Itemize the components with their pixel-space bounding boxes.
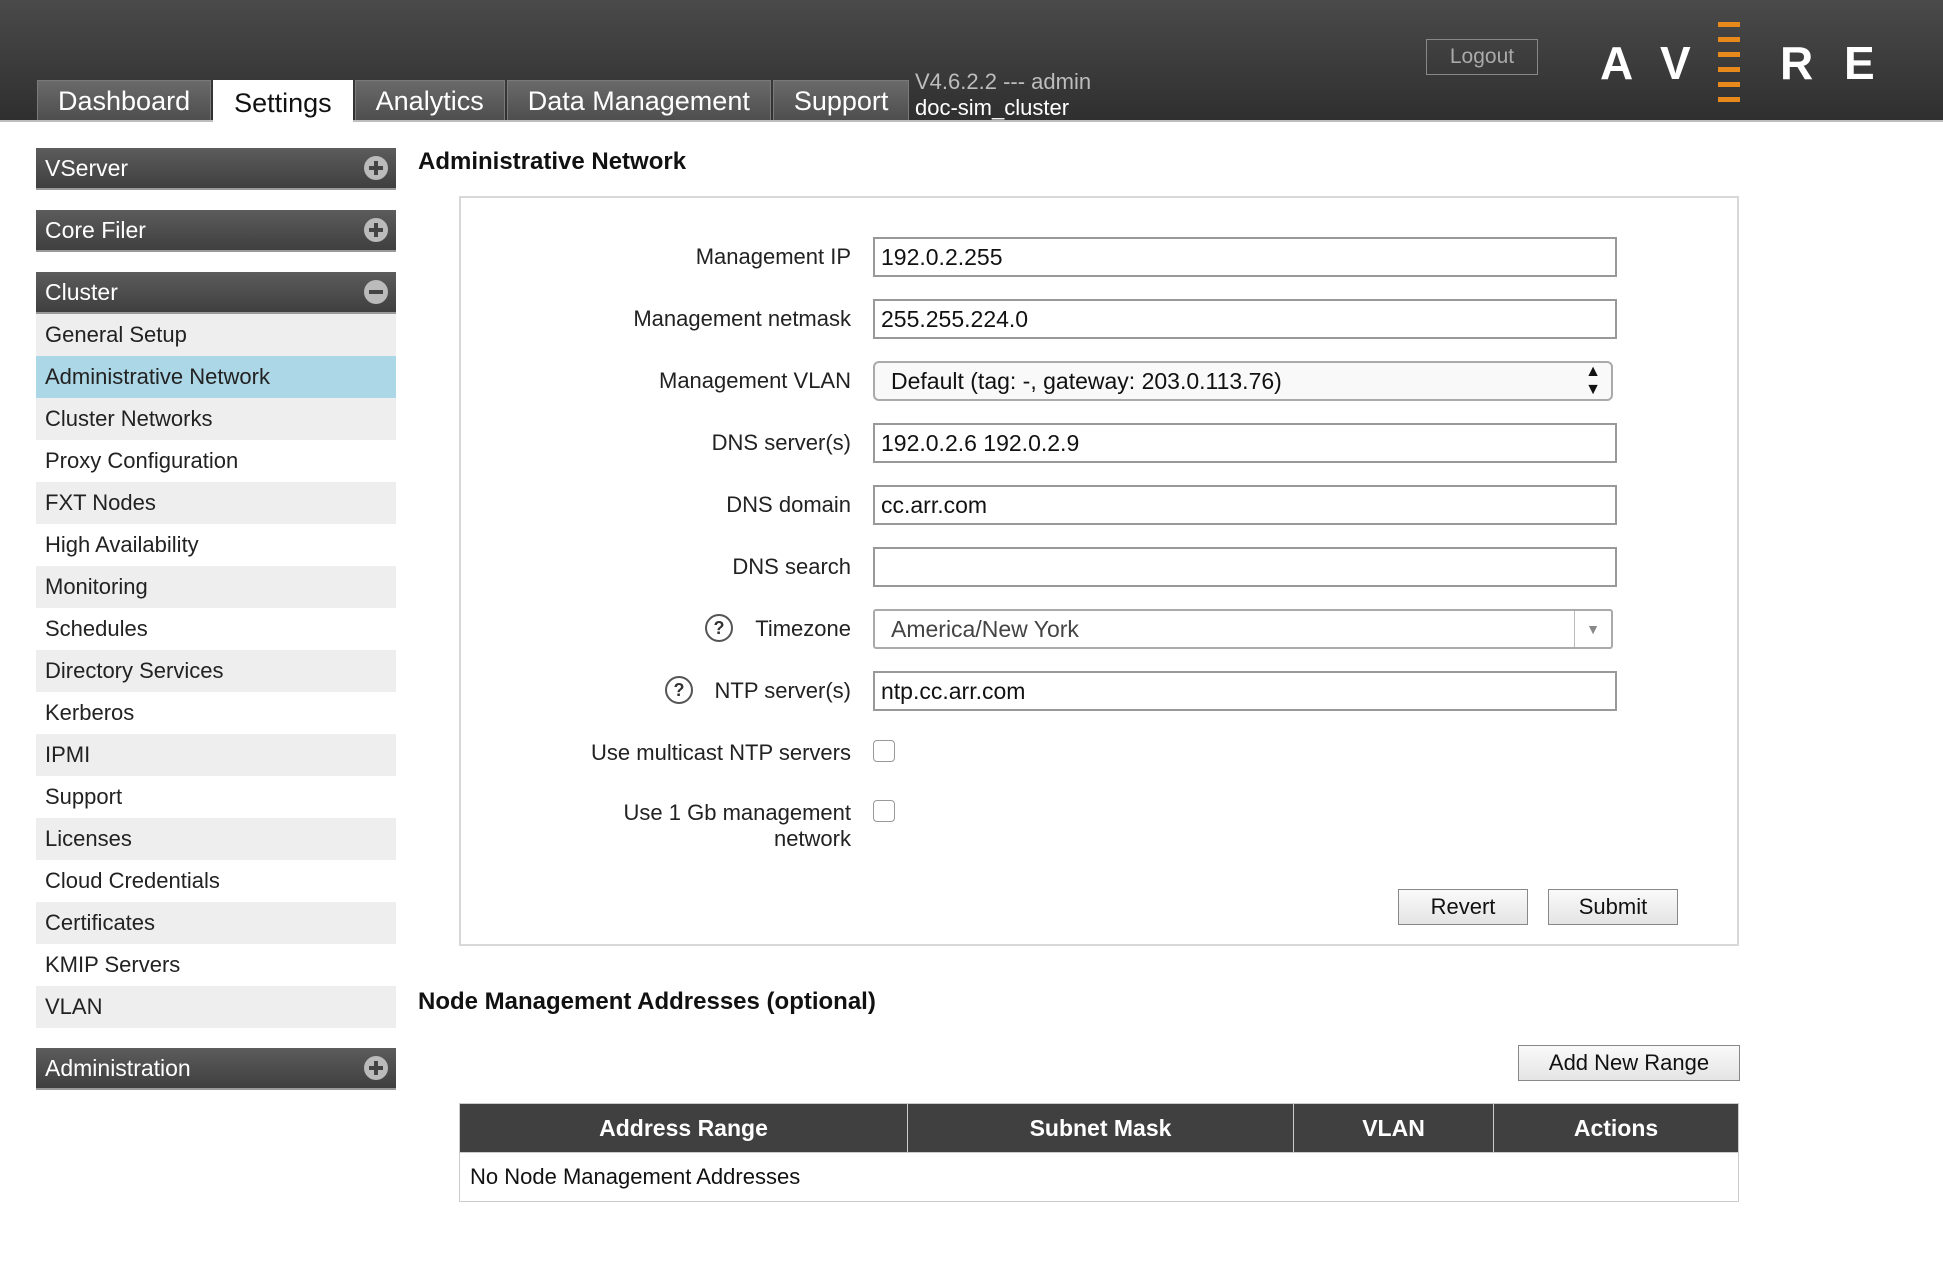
multicast-ntp-label: Use multicast NTP servers: [591, 740, 851, 765]
mgmt-vlan-select[interactable]: Default (tag: -, gateway: 203.0.113.76) …: [873, 361, 1613, 401]
ntp-help-icon[interactable]: ?: [665, 676, 693, 704]
tab-dashboard[interactable]: Dashboard: [37, 80, 212, 120]
gb-mgmt-label-line2: network: [773, 826, 851, 851]
sidebar-item-general-setup[interactable]: General Setup: [36, 314, 396, 356]
page-title: Administrative Network: [418, 148, 687, 175]
sidebar-section-cluster[interactable]: Cluster: [36, 272, 396, 314]
dropdown-arrow-icon: ▼: [1574, 611, 1611, 647]
col-address-range[interactable]: Address Range: [459, 1103, 908, 1153]
expand-plus-icon[interactable]: [364, 156, 388, 180]
mgmt-vlan-label: Management VLAN: [659, 368, 851, 393]
mgmt-ip-label: Management IP: [695, 244, 851, 269]
version-text: V4.6.2.2 --- admin: [915, 69, 1092, 94]
add-new-range-button[interactable]: Add New Range: [1518, 1045, 1740, 1081]
cluster-name: doc-sim_cluster: [915, 95, 1070, 120]
table-row: No Node Management Addresses: [459, 1152, 1739, 1202]
logo-letter-a: A: [1600, 37, 1634, 89]
node-mgmt-table: Address Range Subnet Mask VLAN Actions N…: [459, 1103, 1739, 1202]
submit-button[interactable]: Submit: [1548, 889, 1678, 925]
sidebar: VServer Core Filer Cluster General Setup…: [36, 148, 396, 1090]
dns-servers-input[interactable]: 192.0.2.6 192.0.2.9: [873, 423, 1617, 463]
sidebar-item-cluster-networks[interactable]: Cluster Networks: [36, 398, 396, 440]
sidebar-item-proxy-configuration[interactable]: Proxy Configuration: [36, 440, 396, 482]
col-actions: Actions: [1493, 1103, 1739, 1153]
mgmt-netmask-label: Management netmask: [633, 306, 851, 331]
dns-search-input[interactable]: [873, 547, 1617, 587]
sidebar-section-label: Core Filer: [45, 217, 146, 243]
ntp-label: NTP server(s): [714, 678, 852, 703]
expand-plus-icon[interactable]: [364, 1056, 388, 1080]
sidebar-item-high-availability[interactable]: High Availability: [36, 524, 396, 566]
table-header-row: Address Range Subnet Mask VLAN Actions: [459, 1103, 1739, 1153]
multicast-ntp-checkbox[interactable]: [873, 740, 895, 762]
sidebar-item-ipmi[interactable]: IPMI: [36, 734, 396, 776]
sidebar-item-administrative-network[interactable]: Administrative Network: [36, 356, 396, 398]
dns-servers-label: DNS server(s): [711, 430, 851, 455]
dns-domain-label: DNS domain: [726, 492, 851, 517]
tab-settings[interactable]: Settings: [213, 80, 353, 122]
gb-mgmt-label: Use 1 Gb management network: [624, 800, 851, 852]
ntp-input[interactable]: ntp.cc.arr.com: [873, 671, 1617, 711]
sidebar-item-monitoring[interactable]: Monitoring: [36, 566, 396, 608]
col-vlan[interactable]: VLAN: [1293, 1103, 1494, 1153]
sidebar-section-vserver[interactable]: VServer: [36, 148, 396, 190]
sidebar-section-label: Cluster: [45, 279, 118, 305]
main-tabs: Dashboard Settings Analytics Data Manage…: [37, 80, 911, 122]
gb-mgmt-checkbox[interactable]: [873, 800, 895, 822]
sidebar-item-licenses[interactable]: Licenses: [36, 818, 396, 860]
updown-arrows-icon: ▲ ▼: [1585, 363, 1601, 398]
sidebar-section-label: Administration: [45, 1055, 191, 1081]
sidebar-item-directory-services[interactable]: Directory Services: [36, 650, 396, 692]
tab-analytics[interactable]: Analytics: [354, 80, 505, 120]
gb-mgmt-label-line1: Use 1 Gb management: [623, 800, 851, 825]
sidebar-item-schedules[interactable]: Schedules: [36, 608, 396, 650]
logo-letter-e: E: [1844, 37, 1875, 89]
sidebar-section-administration[interactable]: Administration: [36, 1048, 396, 1090]
expand-plus-icon[interactable]: [364, 218, 388, 242]
dns-domain-input[interactable]: cc.arr.com: [873, 485, 1617, 525]
logo-letter-r: R: [1780, 37, 1814, 89]
sidebar-item-fxt-nodes[interactable]: FXT Nodes: [36, 482, 396, 524]
col-subnet-mask[interactable]: Subnet Mask: [907, 1103, 1294, 1153]
mgmt-ip-input[interactable]: 192.0.2.255: [873, 237, 1617, 277]
timezone-select[interactable]: America/New York ▼: [873, 609, 1613, 649]
sidebar-item-vlan[interactable]: VLAN: [36, 986, 396, 1028]
sidebar-item-cloud-credentials[interactable]: Cloud Credentials: [36, 860, 396, 902]
timezone-value: America/New York: [891, 616, 1079, 642]
node-mgmt-title: Node Management Addresses (optional): [418, 988, 876, 1015]
sidebar-section-label: VServer: [45, 155, 129, 181]
dns-search-label: DNS search: [732, 554, 851, 579]
timezone-label: Timezone: [755, 616, 851, 641]
sidebar-item-certificates[interactable]: Certificates: [36, 902, 396, 944]
sidebar-item-kerberos[interactable]: Kerberos: [36, 692, 396, 734]
empty-table-message: No Node Management Addresses: [459, 1152, 1739, 1202]
revert-button[interactable]: Revert: [1398, 889, 1528, 925]
sidebar-section-core-filer[interactable]: Core Filer: [36, 210, 396, 252]
collapse-minus-icon[interactable]: [364, 280, 388, 304]
sidebar-item-kmip-servers[interactable]: KMIP Servers: [36, 944, 396, 986]
timezone-help-icon[interactable]: ?: [705, 614, 733, 642]
mgmt-vlan-value: Default (tag: -, gateway: 203.0.113.76): [891, 368, 1282, 394]
logo-letter-v: V: [1660, 37, 1691, 89]
logout-button[interactable]: Logout: [1426, 39, 1538, 75]
sidebar-item-support[interactable]: Support: [36, 776, 396, 818]
tab-data-management[interactable]: Data Management: [506, 80, 771, 120]
logo-e-mark-icon: [1718, 22, 1740, 102]
top-header: Dashboard Settings Analytics Data Manage…: [0, 0, 1943, 122]
mgmt-netmask-input[interactable]: 255.255.224.0: [873, 299, 1617, 339]
tab-support[interactable]: Support: [772, 80, 910, 120]
